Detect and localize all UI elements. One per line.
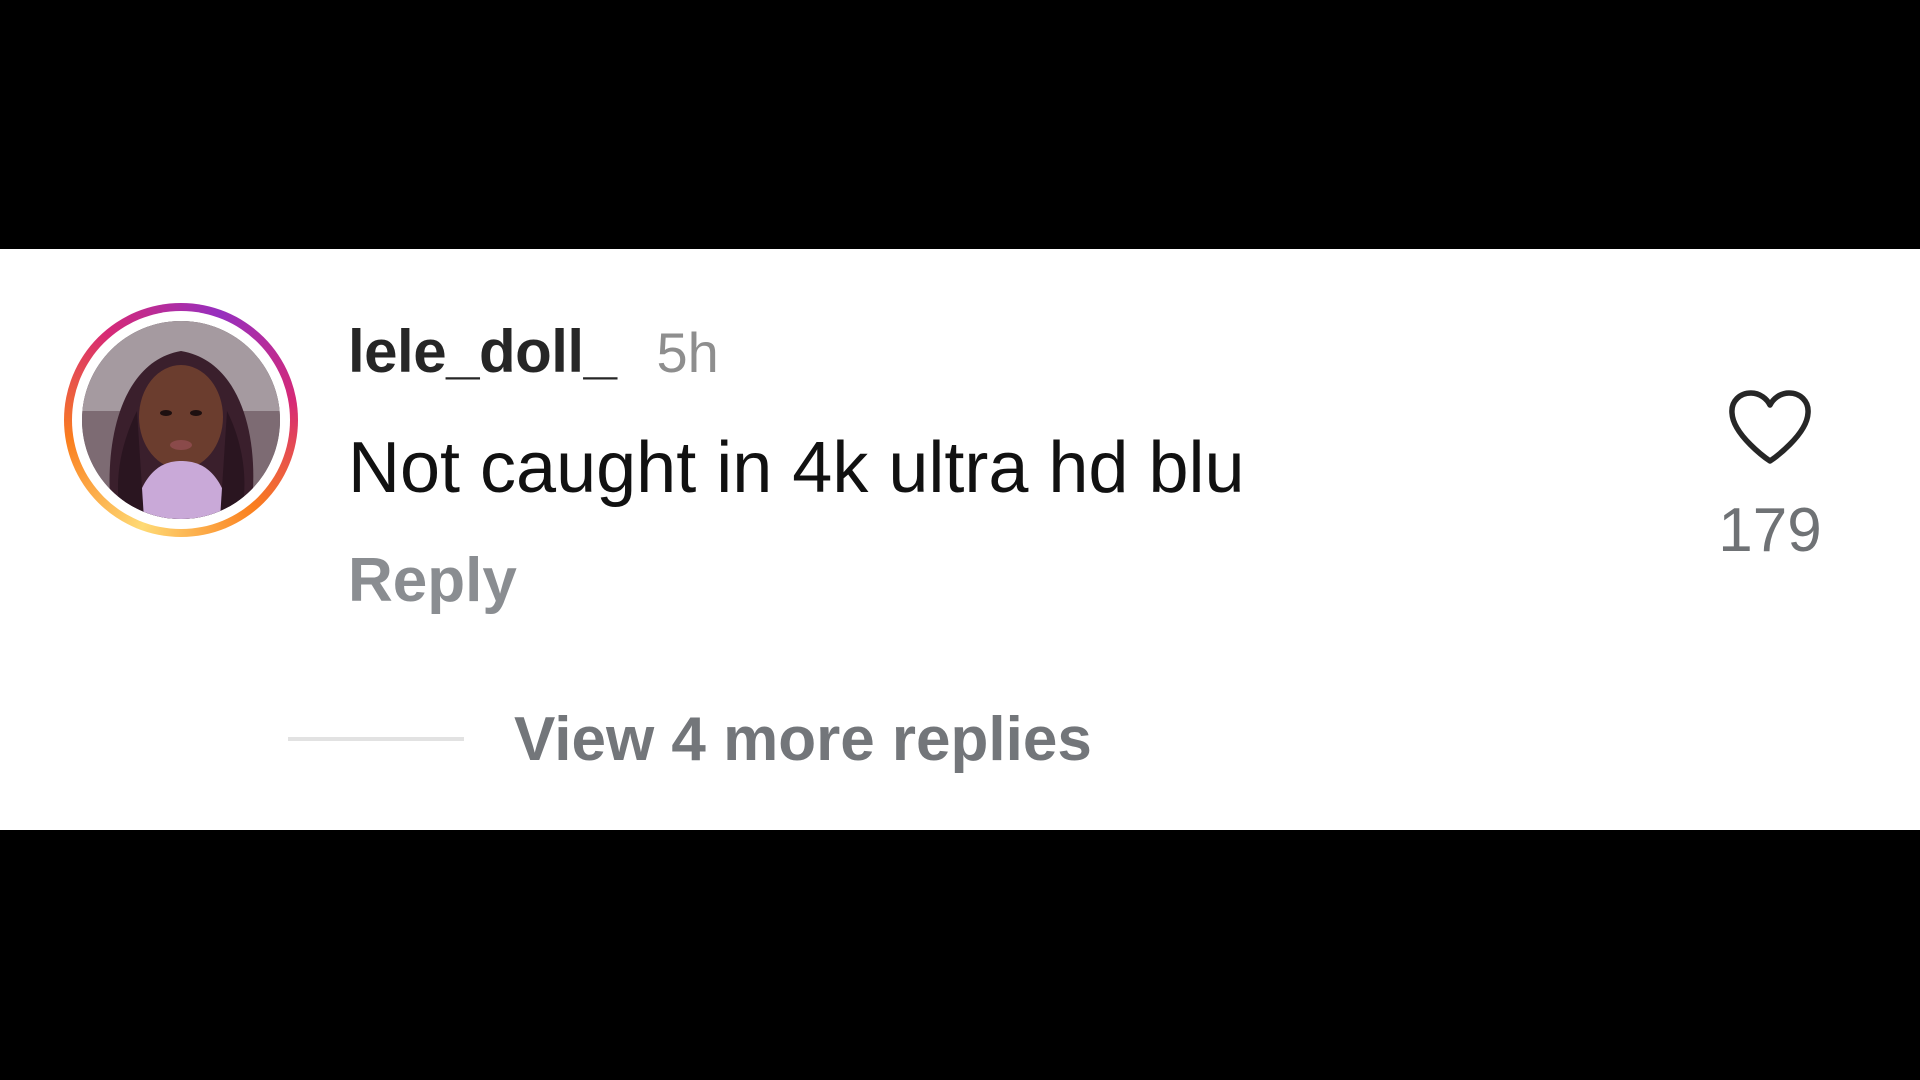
like-count: 179 [1718,496,1822,565]
view-replies-button[interactable]: View 4 more replies [288,699,1092,779]
avatar-story-ring[interactable] [64,303,298,537]
letterbox-top [0,0,1920,249]
avatar[interactable] [82,321,280,519]
timestamp: 5h [656,321,719,384]
comment-header: lele_doll_ 5h [348,317,719,387]
reply-button[interactable]: Reply [348,545,517,616]
like-block: 179 [1710,389,1830,566]
avatar-photo [82,321,280,519]
heart-outline-icon[interactable] [1727,389,1813,465]
letterbox-bottom [0,830,1920,1080]
comment-text: Not caught in 4k ultra hd blu [348,428,1245,508]
view-replies-label: View 4 more replies [514,704,1092,774]
username[interactable]: lele_doll_ [348,317,617,386]
comment-card: lele_doll_ 5h Not caught in 4k ultra hd … [0,249,1920,830]
replies-divider [288,737,464,741]
